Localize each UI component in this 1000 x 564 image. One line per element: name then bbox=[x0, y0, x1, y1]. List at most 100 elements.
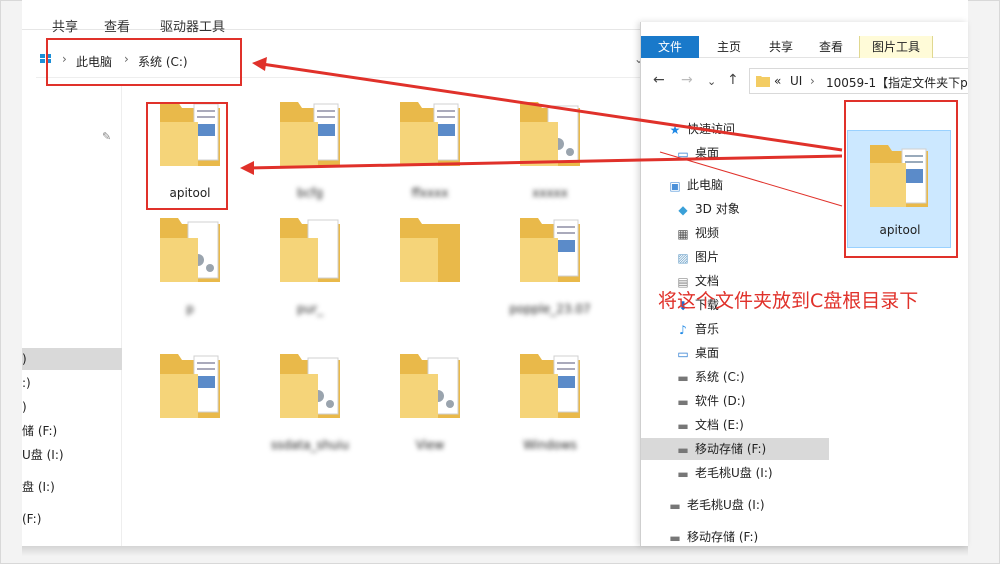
picture-icon: ▨ bbox=[677, 250, 689, 265]
nav-item[interactable]: ▬ 老毛桃U盘 (I:) bbox=[641, 462, 829, 484]
highlight-breadcrumb-box bbox=[46, 38, 242, 86]
highlight-source-folder-box bbox=[844, 100, 958, 258]
front-address-row: ← → ⌄ ↑ « UI › 10059-1【指定文件夹下p bbox=[641, 66, 968, 96]
nav-item-label: 快速访问 bbox=[687, 122, 736, 136]
back-nav-item[interactable]: U盘 (I:) bbox=[22, 444, 122, 466]
nav-item[interactable]: ▣ 此电脑 bbox=[641, 174, 829, 196]
up-arrow-icon[interactable]: ↑ bbox=[727, 72, 739, 88]
tab-picture-tools[interactable]: 图片工具 bbox=[859, 36, 933, 58]
folder-item[interactable]: ssdata_shuiu bbox=[262, 350, 358, 460]
back-tab-view[interactable]: 查看 bbox=[104, 16, 130, 35]
desktop-icon: ▭ bbox=[677, 146, 689, 161]
address-segment[interactable]: 10059-1【指定文件夹下p bbox=[826, 74, 968, 91]
star-icon: ★ bbox=[669, 122, 681, 137]
folder-icon bbox=[518, 350, 582, 425]
folder-label: p bbox=[186, 302, 194, 316]
nav-item[interactable]: ▭ 桌面 bbox=[641, 142, 829, 164]
nav-item[interactable]: ▬ 移动存储 (F:) bbox=[641, 526, 829, 546]
folder-label: ffxxxx bbox=[411, 186, 449, 200]
nav-item[interactable]: ▬ 老毛桃U盘 (I:) bbox=[641, 494, 829, 516]
nav-item[interactable]: ▭ 桌面 bbox=[641, 342, 829, 364]
nav-item[interactable]: ◆ 3D 对象 bbox=[641, 198, 829, 220]
nav-item[interactable]: ▨ 图片 bbox=[641, 246, 829, 268]
back-arrow-icon[interactable]: ← bbox=[653, 72, 665, 88]
folder-icon bbox=[756, 76, 770, 87]
film-icon: ▦ bbox=[677, 226, 689, 241]
nav-item-label: 老毛桃U盘 (I:) bbox=[695, 466, 773, 480]
nav-item[interactable]: ▬ 文档 (E:) bbox=[641, 414, 829, 436]
nav-item-label: 移动存储 (F:) bbox=[695, 442, 767, 456]
folder-label: xxxxx bbox=[532, 186, 568, 200]
folder-item[interactable] bbox=[142, 350, 238, 460]
chevron-down-icon[interactable]: ⌄ bbox=[707, 75, 716, 88]
pin-icon: ✎ bbox=[102, 130, 112, 143]
folder-item[interactable]: popple_23.07 bbox=[502, 214, 598, 324]
folder-icon bbox=[398, 350, 462, 425]
folder-icon bbox=[398, 98, 462, 173]
folder-item[interactable]: ffxxxx bbox=[382, 98, 478, 208]
desktop-icon: ▭ bbox=[677, 346, 689, 361]
nav-item[interactable]: ♪ 音乐 bbox=[641, 318, 829, 340]
folder-item[interactable]: pur_ bbox=[262, 214, 358, 324]
nav-item-label: 老毛桃U盘 (I:) bbox=[687, 498, 765, 512]
drive-icon: ▬ bbox=[677, 442, 689, 457]
folder-icon bbox=[278, 98, 342, 173]
back-nav-item[interactable]: ) bbox=[22, 348, 122, 370]
drive-icon: ▬ bbox=[677, 370, 689, 385]
folder-item[interactable]: Windows bbox=[502, 350, 598, 460]
folder-icon bbox=[158, 214, 222, 289]
back-nav-item[interactable]: 盘 (I:) bbox=[22, 476, 122, 498]
annotation-instruction: 将这个文件夹放到C盘根目录下 bbox=[658, 290, 919, 312]
folder-icon bbox=[398, 214, 462, 289]
drive-icon: ▬ bbox=[669, 530, 681, 545]
back-nav-item[interactable]: :) bbox=[22, 372, 122, 394]
drive-icon: ▬ bbox=[677, 394, 689, 409]
cube-icon: ◆ bbox=[678, 202, 688, 217]
folder-item[interactable]: View bbox=[382, 350, 478, 460]
nav-item[interactable]: ▦ 视频 bbox=[641, 222, 829, 244]
address-segment[interactable]: UI bbox=[790, 74, 802, 88]
folder-label: View bbox=[415, 438, 445, 452]
back-nav-item[interactable]: (F:) bbox=[22, 508, 122, 530]
folder-item[interactable]: p bbox=[142, 214, 238, 324]
back-nav-item[interactable]: 储 (F:) bbox=[22, 420, 122, 442]
nav-item-label: 系统 (C:) bbox=[695, 370, 745, 384]
nav-item-label: 音乐 bbox=[695, 322, 720, 336]
folder-icon bbox=[278, 350, 342, 425]
folder-label: bcfg bbox=[296, 186, 324, 200]
back-nav-item[interactable]: ) bbox=[22, 396, 122, 418]
tab-home[interactable]: 主页 bbox=[709, 36, 749, 58]
nav-item-label: 3D 对象 bbox=[695, 202, 740, 216]
title-strip bbox=[641, 22, 968, 32]
folder-item[interactable]: bcfg bbox=[262, 98, 358, 208]
folder-icon bbox=[158, 350, 222, 425]
tab-share[interactable]: 共享 bbox=[761, 36, 801, 58]
nav-item-label: 软件 (D:) bbox=[695, 394, 746, 408]
address-prefix: « bbox=[774, 74, 782, 88]
folder-item[interactable] bbox=[382, 214, 478, 324]
back-tab-share[interactable]: 共享 bbox=[52, 16, 78, 35]
tab-file[interactable]: 文件 bbox=[641, 36, 699, 58]
folder-item[interactable]: xxxxx bbox=[502, 98, 598, 208]
back-tab-drive-tools[interactable]: 驱动器工具 bbox=[160, 16, 225, 35]
nav-item[interactable]: ▬ 移动存储 (F:) bbox=[641, 438, 829, 460]
nav-item[interactable]: ★ 快速访问 bbox=[641, 118, 829, 140]
folder-label: Windows bbox=[523, 438, 577, 452]
nav-item-label: 图片 bbox=[695, 250, 720, 264]
computer-icon: ▣ bbox=[669, 178, 681, 193]
tab-view[interactable]: 查看 bbox=[811, 36, 851, 58]
chevron-right-icon: › bbox=[810, 74, 815, 88]
folder-icon bbox=[518, 98, 582, 173]
front-ribbon: 文件 主页 共享 查看 图片工具 bbox=[641, 32, 968, 58]
nav-item[interactable]: ▬ 软件 (D:) bbox=[641, 390, 829, 412]
nav-item-label: 移动存储 (F:) bbox=[687, 530, 759, 544]
folder-icon bbox=[518, 214, 582, 289]
folder-label: ssdata_shuiu bbox=[271, 438, 349, 452]
drive-icon: ▬ bbox=[677, 418, 689, 433]
back-navigation-pane: ✎ ) :) ) 储 (F:) U盘 (I:) 盘 (I:) (F:) bbox=[22, 86, 122, 546]
front-address-bar[interactable]: « UI › 10059-1【指定文件夹下p bbox=[749, 68, 968, 94]
nav-item-label: 桌面 bbox=[695, 346, 720, 360]
nav-item-label: 文档 (E:) bbox=[695, 418, 744, 432]
nav-item[interactable]: ▬ 系统 (C:) bbox=[641, 366, 829, 388]
forward-arrow-icon[interactable]: → bbox=[681, 72, 693, 88]
